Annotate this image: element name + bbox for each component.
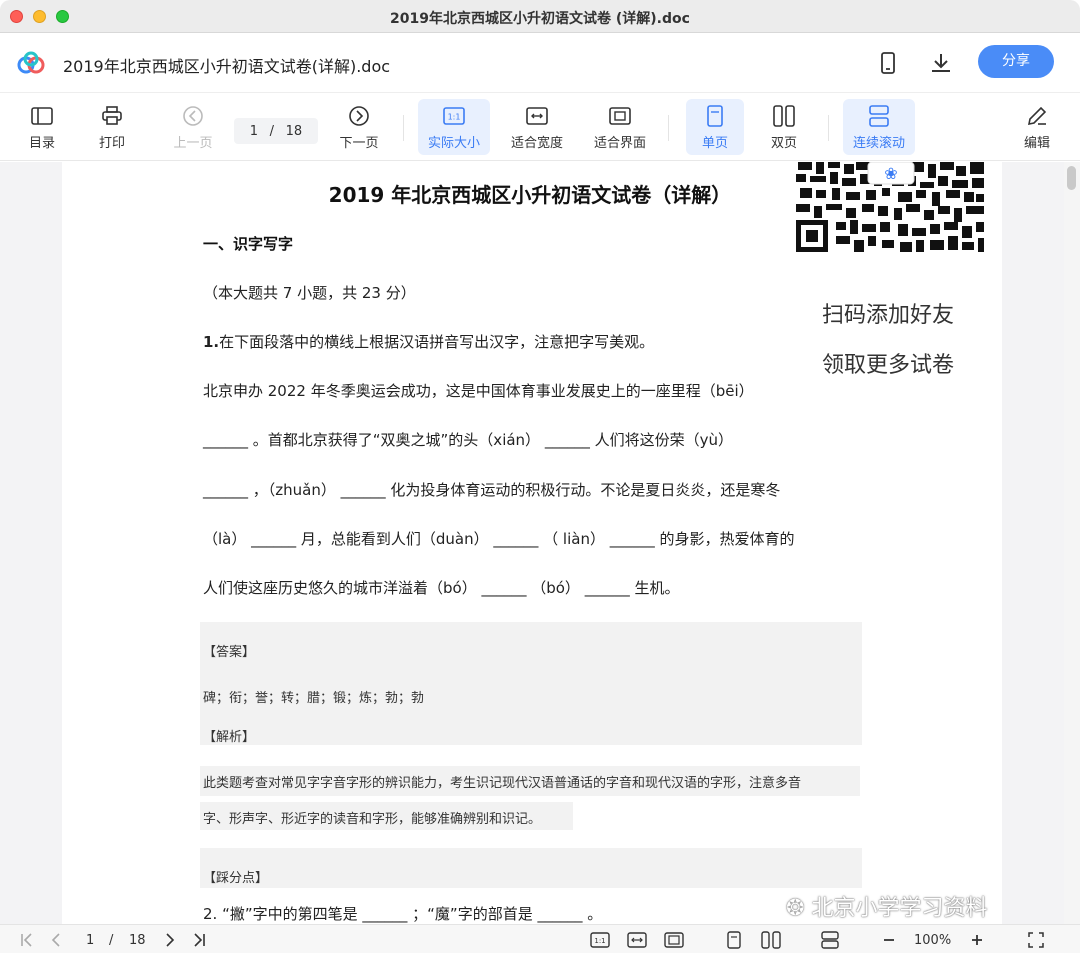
fit-screen-icon — [584, 102, 656, 130]
svg-text:1:1: 1:1 — [448, 113, 461, 122]
next-page-icon[interactable] — [164, 930, 176, 950]
bottom-page-sep: / — [109, 932, 114, 948]
edit-button[interactable]: 编辑 — [1002, 99, 1072, 155]
analysis-text: 字、形声字、形近字的读音和字形，能够准确辨别和识记。 — [203, 812, 542, 827]
answer-label: 【答案】 — [203, 645, 256, 660]
page-number-input[interactable]: 1 / 18 — [234, 118, 318, 144]
vertical-scrollbar-thumb[interactable] — [1067, 166, 1076, 190]
next-page-button[interactable]: 下一页 — [323, 99, 395, 155]
answer-text: 碑；衔；誉；转；腊；锻；炼；勃；勃 — [203, 691, 425, 706]
single-page-icon — [686, 102, 744, 130]
double-page-button[interactable]: 双页 — [755, 99, 813, 155]
doc-title: 2019年北京西城区小升初语文试卷(详解).doc — [63, 57, 391, 76]
qr-caption-line1: 扫码添加好友 — [822, 303, 955, 328]
first-page-icon[interactable] — [20, 930, 34, 950]
section-info: （本大题共 7 小题，共 23 分） — [203, 284, 416, 302]
document-viewport[interactable]: ❀ 扫码添加好友 领取更多试卷 2019 年北京西城区小升初语文试卷（详解） 一… — [0, 162, 1080, 924]
continuous-scroll-icon — [843, 102, 915, 130]
question-1-line: 北京申办 2022 年冬季奥运会成功，这是中国体育事业发展史上的一座里程（bēi… — [203, 382, 754, 400]
double-page-icon[interactable] — [761, 930, 781, 950]
points-label: 【踩分点】 — [203, 871, 269, 886]
zoom-in-icon[interactable] — [970, 930, 984, 950]
analysis-label: 【解析】 — [203, 730, 256, 745]
fit-width-icon — [501, 102, 573, 130]
question-1-line: 人们使这座历史悠久的城市洋溢着（bó） ______ （bó） ______ 生… — [203, 579, 680, 597]
doc-heading: 2019 年北京西城区小升初语文试卷（详解） — [328, 183, 732, 207]
wechat-icon: ❂ — [786, 896, 805, 921]
phone-icon[interactable] — [875, 50, 901, 76]
wechat-watermark: ❂ 北京小学学习资料 — [786, 896, 988, 921]
analysis-text: 此类题考查对常见字字音字形的辨识能力，考生识记现代汉语普通话的字音和现代汉语的字… — [203, 776, 802, 791]
toc-button[interactable]: 目录 — [6, 99, 78, 155]
viewer-toolbar: 目录 打印 上一页 1 / 18 下一页 1:1 实际大小 适合宽度 适合界面 … — [0, 93, 1080, 161]
qr-caption-line2: 领取更多试卷 — [822, 353, 955, 378]
app-header: 2019年北京西城区小升初语文试卷(详解).doc 分享 — [0, 33, 1080, 93]
last-page-icon[interactable] — [192, 930, 206, 950]
actual-size-icon[interactable]: 1:1 — [590, 930, 610, 950]
points-block — [200, 848, 862, 888]
bottom-page-total: 18 — [129, 932, 146, 948]
toolbar-divider — [828, 115, 829, 141]
answer-block — [200, 622, 862, 745]
continuous-scroll-icon[interactable] — [820, 930, 840, 950]
actual-size-icon: 1:1 — [418, 102, 490, 130]
print-button[interactable]: 打印 — [76, 99, 148, 155]
fit-screen-button[interactable]: 适合界面 — [584, 99, 656, 155]
fit-screen-icon[interactable] — [664, 930, 684, 950]
single-page-button[interactable]: 单页 — [686, 99, 744, 155]
fit-width-icon[interactable] — [627, 930, 647, 950]
download-icon[interactable] — [928, 50, 954, 76]
chevron-right-circle-icon — [323, 102, 395, 130]
continuous-scroll-button[interactable]: 连续滚动 — [843, 99, 915, 155]
prev-page-icon[interactable] — [50, 930, 62, 950]
question-1-line: （là） ______ 月，总能看到人们（duàn） ______ （ liàn… — [203, 530, 795, 548]
svg-text:❀: ❀ — [884, 164, 897, 183]
question-1-prompt: 1.在下面段落中的横线上根据汉语拼音写出汉字，注意把字写美观。 — [203, 333, 655, 351]
prev-page-button[interactable]: 上一页 — [157, 99, 229, 155]
zoom-level: 100% — [914, 932, 952, 948]
svg-text:1:1: 1:1 — [594, 937, 605, 945]
sidebar-icon — [6, 102, 78, 130]
printer-icon — [76, 102, 148, 130]
toolbar-divider — [668, 115, 669, 141]
pencil-icon — [1002, 102, 1072, 130]
question-1-line: ______ 。首都北京获得了“双奥之城”的头（xián） ______ 人们将… — [203, 431, 733, 449]
question-2-prompt: 2. “撇”字中的第四笔是 ______ ；“魔”字的部首是 ______ 。 — [203, 905, 603, 923]
question-1-line: ______ ，（zhuǎn） ______ 化为投身体育运动的积极行动。不论是… — [203, 481, 781, 499]
actual-size-button[interactable]: 1:1 实际大小 — [418, 99, 490, 155]
window-title: 2019年北京西城区小升初语文试卷 (详解).doc — [390, 11, 690, 27]
chevron-left-circle-icon — [157, 102, 229, 130]
qr-code-image: ❀ — [796, 162, 988, 254]
share-button[interactable]: 分享 — [978, 45, 1054, 78]
double-page-icon — [755, 102, 813, 130]
toolbar-divider — [403, 115, 404, 141]
window-titlebar: 2019年北京西城区小升初语文试卷 (详解).doc — [0, 0, 1080, 33]
bottom-page-current[interactable]: 1 — [86, 930, 94, 950]
section-title: 一、识字写字 — [203, 235, 294, 253]
fit-width-button[interactable]: 适合宽度 — [501, 99, 573, 155]
baidu-netdisk-logo-icon — [17, 51, 45, 74]
single-page-icon[interactable] — [726, 930, 742, 950]
bottom-status-bar: 1 / 18 1:1 100% — [0, 924, 1080, 953]
fullscreen-icon[interactable] — [1028, 930, 1044, 950]
zoom-out-icon[interactable] — [882, 930, 896, 950]
vertical-scrollbar-track — [1064, 162, 1080, 924]
